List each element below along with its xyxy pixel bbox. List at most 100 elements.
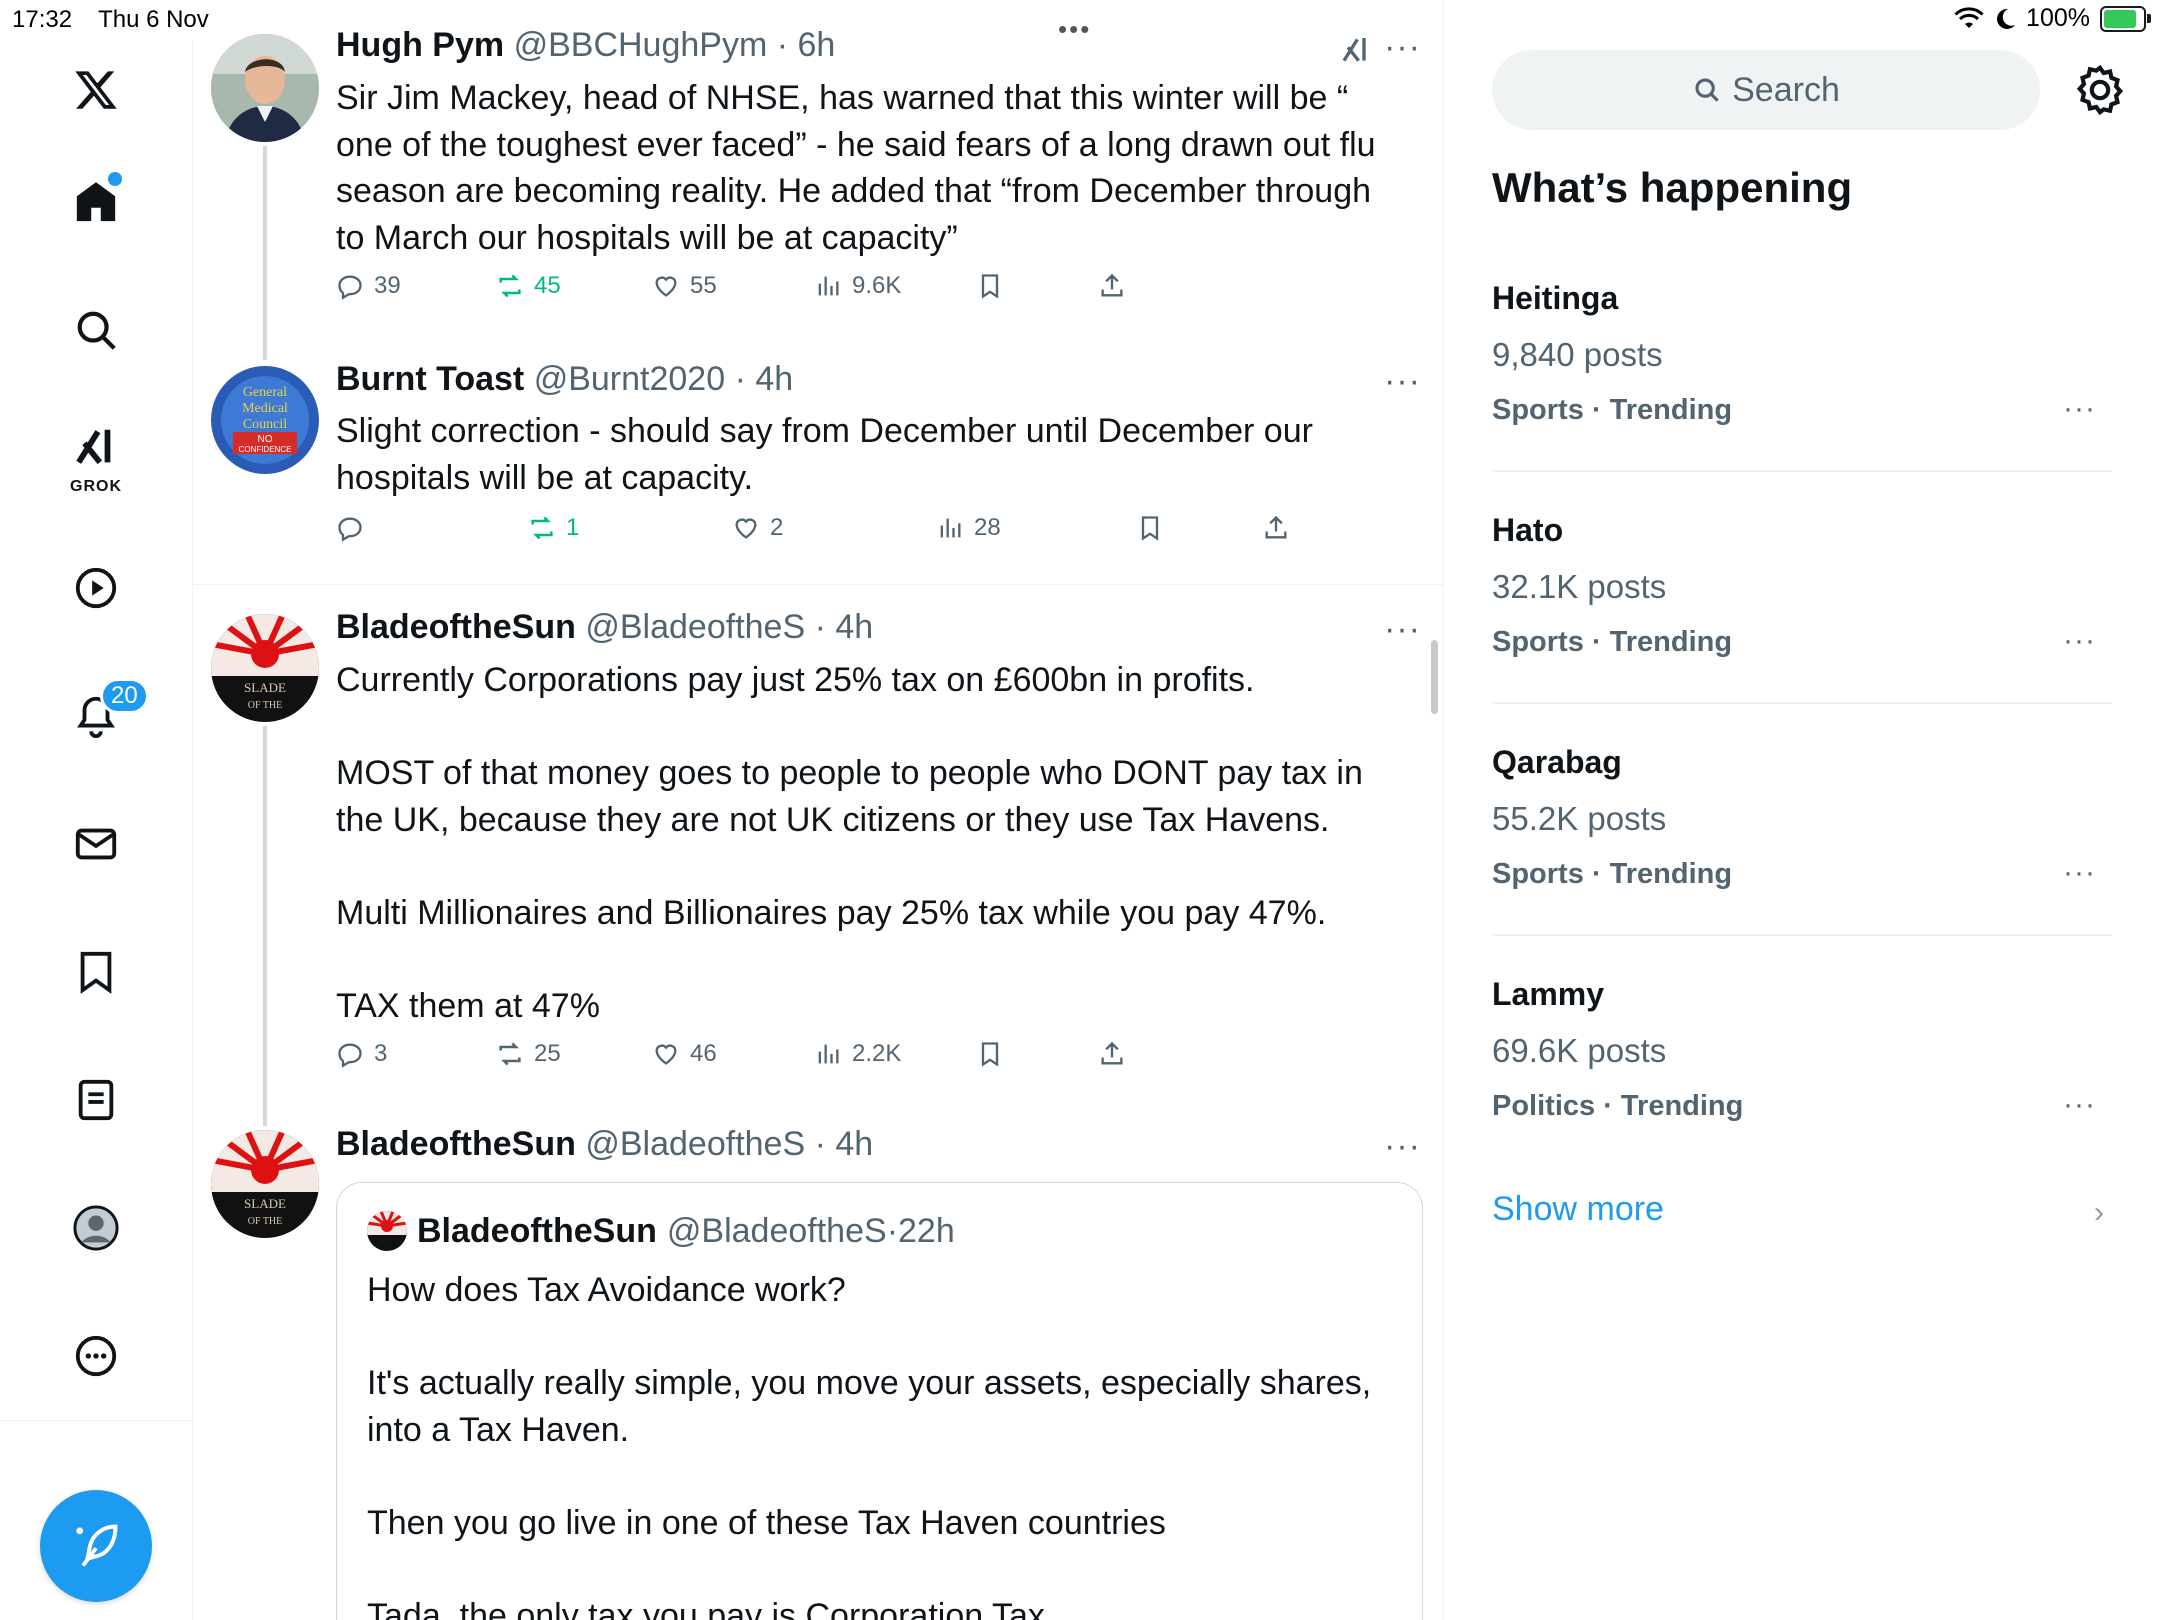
tweet-actions: 1 2 28: [336, 514, 1336, 554]
views-chart-icon: [940, 518, 961, 538]
nav-search[interactable]: [60, 294, 132, 366]
search-icon: [77, 311, 116, 350]
tweet-actions: 39 45 55 9.6K: [336, 272, 1336, 312]
trend-post-count: 9,840 posts: [1492, 336, 1663, 373]
nav-grok[interactable]: GROK: [60, 420, 132, 495]
thread-line: [263, 726, 267, 1126]
tweet-actions: 3 25 46 2.2K: [336, 1040, 1336, 1080]
chevron-right-icon: ›: [2094, 1196, 2104, 1229]
bookmark-button[interactable]: [976, 272, 1004, 300]
like-count: 46: [690, 1040, 717, 1067]
nav-profile[interactable]: [60, 1192, 132, 1264]
compose-button[interactable]: [40, 1490, 152, 1602]
reply-icon: [338, 1043, 362, 1068]
reply-button[interactable]: 39: [336, 272, 401, 300]
trend-separator: [1492, 702, 2112, 704]
trend-more-icon[interactable]: ···: [2063, 1088, 2096, 1122]
trend-name: Qarabag: [1492, 744, 1622, 780]
nav-lists[interactable]: [60, 1064, 132, 1136]
tweet-time[interactable]: 6h: [798, 26, 836, 64]
tweet-text: Sir Jim Mackey, head of NHSE, has warned…: [336, 79, 1385, 257]
share-button[interactable]: [1262, 514, 1290, 542]
quoted-author-handle: @BladeoftheS: [666, 1211, 887, 1250]
bookmark-button[interactable]: [976, 1040, 1004, 1068]
tweet-time[interactable]: 4h: [755, 360, 793, 398]
views-button[interactable]: 9.6K: [814, 272, 901, 300]
nav-home[interactable]: [60, 166, 132, 238]
views-button[interactable]: 28: [936, 514, 1001, 542]
avatar[interactable]: SLADE OF THE: [211, 614, 319, 722]
share-icon: [1101, 1041, 1123, 1065]
reply-button[interactable]: [336, 514, 374, 542]
repost-button[interactable]: 25: [496, 1040, 561, 1068]
like-button[interactable]: 55: [652, 272, 717, 300]
tweet-separator: [193, 584, 1443, 585]
tweet-more-icon[interactable]: ···: [1384, 362, 1421, 401]
nav-more[interactable]: [60, 1320, 132, 1392]
avatar-text: Medical: [242, 401, 288, 416]
show-more-link[interactable]: Show more: [1492, 1190, 1664, 1229]
tweet-more-icon[interactable]: ···: [1384, 610, 1421, 649]
avatar[interactable]: General Medical Council NO CONFIDENCE: [211, 366, 319, 474]
nav-notifications[interactable]: 20: [60, 678, 149, 752]
nav-bookmarks[interactable]: [60, 936, 132, 1008]
trend-category: Sports · Trending: [1492, 626, 1733, 658]
avatar[interactable]: SLADE OF THE: [211, 1130, 319, 1238]
share-icon: [1265, 515, 1287, 539]
reply-icon: [338, 517, 362, 542]
search-input[interactable]: Search: [1492, 50, 2040, 130]
tweet-header: BladeoftheSun @BladeoftheS · 4h: [336, 608, 874, 646]
trend-category: Sports · Trending: [1492, 858, 1733, 890]
nav-video[interactable]: [60, 552, 132, 624]
tweet-more-icon[interactable]: ···: [1384, 28, 1421, 67]
trend-more-icon[interactable]: ···: [2063, 392, 2096, 426]
compose-feather-icon: [76, 1524, 118, 1567]
trend-more-icon[interactable]: ···: [2063, 856, 2096, 890]
author-name[interactable]: BladeoftheSun: [336, 1125, 576, 1163]
profile-avatar-icon: [73, 1205, 119, 1251]
trend-more-icon[interactable]: ···: [2063, 624, 2096, 658]
whats-happening-title: What’s happening: [1492, 164, 1853, 211]
author-handle[interactable]: @BladeoftheS: [585, 1125, 805, 1163]
author-name[interactable]: Hugh Pym: [336, 26, 504, 64]
like-button[interactable]: 46: [652, 1040, 717, 1068]
reply-button[interactable]: 3: [336, 1040, 387, 1068]
repost-button[interactable]: 45: [496, 272, 561, 300]
right-sidebar: Search What’s happening Heitinga 9,840 p…: [1444, 0, 2160, 1620]
author-handle[interactable]: @BladeoftheS: [585, 608, 805, 646]
settings-gear-icon[interactable]: [2072, 62, 2128, 118]
author-handle[interactable]: @Burnt2020: [534, 360, 725, 398]
author-handle[interactable]: @BBCHughPym: [514, 26, 768, 64]
bookmark-button[interactable]: [1136, 514, 1164, 542]
nav-messages[interactable]: [60, 808, 132, 880]
avatar[interactable]: [211, 34, 319, 142]
like-count: 2: [770, 514, 784, 541]
tweet-header: Burnt Toast @Burnt2020 · 4h: [336, 360, 794, 398]
tweet-more-icon[interactable]: ···: [1384, 1127, 1421, 1166]
bookmark-icon: [981, 274, 999, 299]
like-button[interactable]: 2: [732, 514, 783, 542]
repost-count: 25: [534, 1040, 561, 1067]
trend-name: Heitinga: [1492, 280, 1619, 316]
trend-post-count: 69.6K posts: [1492, 1032, 1667, 1069]
reply-count: 39: [374, 272, 401, 299]
quoted-author-name: BladeoftheSun: [417, 1211, 657, 1250]
grok-explain-icon[interactable]: [1339, 34, 1373, 66]
avatar-text: NO: [258, 434, 273, 445]
share-button[interactable]: [1098, 1040, 1126, 1068]
home-new-dot: [108, 172, 122, 186]
reply-icon: [338, 275, 362, 300]
feed-scrollbar[interactable]: [1431, 640, 1438, 714]
views-button[interactable]: 2.2K: [814, 1040, 901, 1068]
x-logo-icon[interactable]: [60, 54, 132, 126]
share-icon: [1101, 273, 1123, 297]
tweet-time[interactable]: 4h: [835, 1125, 873, 1163]
quoted-tweet[interactable]: BladeoftheSun @BladeoftheS · 22h How does …: [336, 1182, 1423, 1620]
author-name[interactable]: BladeoftheSun: [336, 608, 576, 646]
share-button[interactable]: [1098, 272, 1126, 300]
author-name[interactable]: Burnt Toast: [336, 360, 524, 398]
trend-category: Politics · Trending: [1492, 1090, 1744, 1122]
mail-icon: [75, 828, 117, 860]
repost-button[interactable]: 1: [528, 514, 579, 542]
tweet-time[interactable]: 4h: [835, 608, 873, 646]
